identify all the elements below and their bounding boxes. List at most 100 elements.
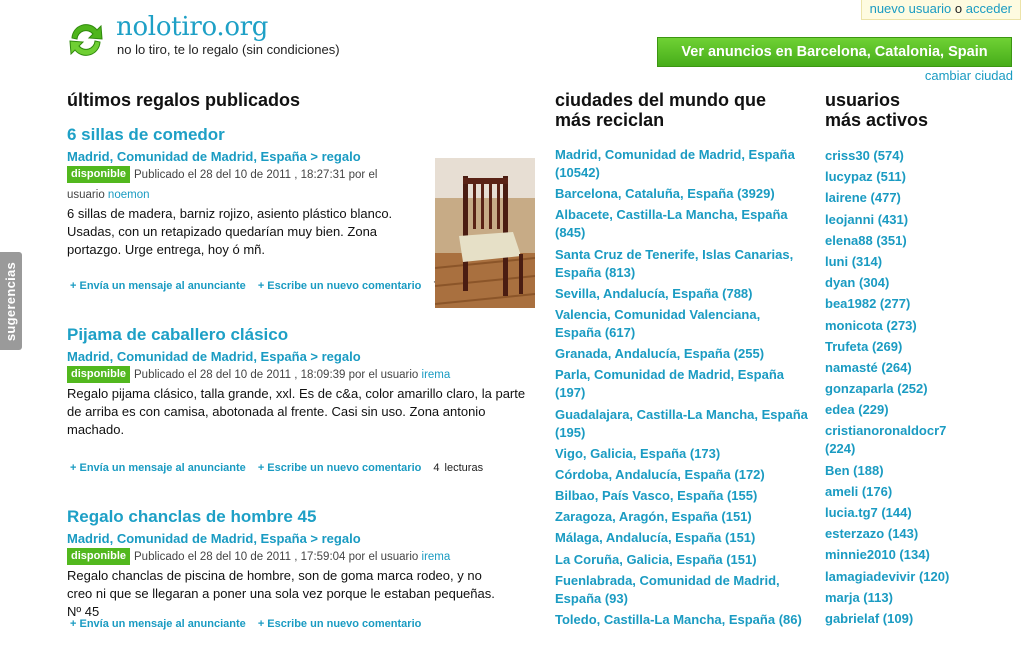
- city-link[interactable]: La Coruña, Galicia, España (151): [555, 552, 757, 567]
- user-link[interactable]: dyan (304): [825, 275, 889, 290]
- user-link[interactable]: minnie2010 (134): [825, 547, 930, 562]
- new-comment-link[interactable]: + Escribe un nuevo comentario: [258, 462, 422, 474]
- user-link[interactable]: luni (314): [825, 254, 882, 269]
- user-link[interactable]: monicota (273): [825, 318, 917, 333]
- city-link[interactable]: Granada, Andalucía, España (255): [555, 346, 764, 361]
- user-link[interactable]: esterzazo (143): [825, 526, 918, 541]
- recycle-logo-icon[interactable]: [64, 18, 108, 62]
- user-link[interactable]: Ben (188): [825, 463, 884, 478]
- city-link[interactable]: Albacete, Castilla-La Mancha, España (84…: [555, 207, 788, 240]
- user-link[interactable]: bea1982 (277): [825, 296, 910, 311]
- user-link[interactable]: lucia.tg7 (144): [825, 505, 912, 520]
- city-link[interactable]: Barcelona, Cataluña, España (3929): [555, 186, 775, 201]
- city-link[interactable]: Fuenlabrada, Comunidad de Madrid, España…: [555, 573, 780, 606]
- user-link[interactable]: Trufeta (269): [825, 339, 902, 354]
- post-location-link[interactable]: Madrid, Comunidad de Madrid, España > re…: [67, 349, 537, 364]
- login-link[interactable]: acceder: [966, 1, 1012, 16]
- user-link[interactable]: cristianoronaldocr7 (224): [825, 423, 946, 456]
- city-link[interactable]: Parla, Comunidad de Madrid, España (197): [555, 367, 784, 400]
- new-user-link[interactable]: nuevo usuario: [870, 1, 952, 16]
- post-user-link[interactable]: irema: [422, 551, 451, 563]
- city-link[interactable]: Málaga, Andalucía, España (151): [555, 530, 755, 545]
- post-item: Pijama de caballero clásico Madrid, Comu…: [67, 325, 537, 474]
- post-location-link[interactable]: Madrid, Comunidad de Madrid, España > re…: [67, 531, 537, 546]
- top-cities-heading-line2: más reciclan: [555, 110, 665, 130]
- list-item: edea (229): [825, 401, 955, 419]
- reads-label: lecturas: [444, 462, 484, 474]
- list-item: Parla, Comunidad de Madrid, España (197): [555, 366, 810, 402]
- post-published: Publicado el 28 del 10 de 2011 , 17:59:0…: [134, 551, 419, 563]
- list-item: ameli (176): [825, 483, 955, 501]
- change-city-link[interactable]: cambiar ciudad: [925, 68, 1013, 83]
- list-item: Ben (188): [825, 462, 955, 480]
- list-item: La Coruña, Galicia, España (151): [555, 551, 810, 569]
- user-link[interactable]: criss30 (574): [825, 148, 904, 163]
- suggestions-tab-label: sugerencias: [3, 261, 19, 341]
- post-published: Publicado el 28 del 10 de 2011 , 18:09:3…: [134, 369, 419, 381]
- list-item: bea1982 (277): [825, 295, 955, 313]
- list-item: elena88 (351): [825, 232, 955, 250]
- city-link[interactable]: Toledo, Castilla-La Mancha, España (86): [555, 612, 802, 627]
- list-item: esterzazo (143): [825, 525, 955, 543]
- user-link[interactable]: ameli (176): [825, 484, 892, 499]
- list-item: Vigo, Galicia, España (173): [555, 445, 810, 463]
- list-item: Granada, Andalucía, España (255): [555, 345, 810, 363]
- list-item: gonzaparla (252): [825, 380, 955, 398]
- status-badge: disponible: [67, 166, 130, 183]
- city-link[interactable]: Guadalajara, Castilla-La Mancha, España …: [555, 407, 808, 440]
- post-item: Regalo chanclas de hombre 45 Madrid, Com…: [67, 507, 537, 630]
- list-item: dyan (304): [825, 274, 955, 292]
- list-item: luni (314): [825, 253, 955, 271]
- user-link[interactable]: lucypaz (511): [825, 169, 906, 184]
- list-item: Albacete, Castilla-La Mancha, España (84…: [555, 206, 810, 242]
- reads-number: 4: [433, 462, 440, 474]
- city-link[interactable]: Sevilla, Andalucía, España (788): [555, 286, 753, 301]
- post-meta: disponible Publicado el 28 del 10 de 2011…: [67, 547, 537, 567]
- list-item: minnie2010 (134): [825, 546, 955, 564]
- user-link[interactable]: leojanni (431): [825, 212, 908, 227]
- list-item: Toledo, Castilla-La Mancha, España (86): [555, 611, 810, 629]
- city-link[interactable]: Valencia, Comunidad Valenciana, España (…: [555, 307, 760, 340]
- post-title-link[interactable]: Regalo chanclas de hombre 45: [67, 507, 537, 527]
- send-message-link[interactable]: + Envía un mensaje al anunciante: [70, 462, 246, 474]
- user-link[interactable]: lairene (477): [825, 190, 901, 205]
- list-item: gabrielaf (109): [825, 610, 955, 628]
- city-link[interactable]: Zaragoza, Aragón, España (151): [555, 509, 752, 524]
- user-link[interactable]: lamagiadevivir (120): [825, 569, 949, 584]
- user-link[interactable]: gonzaparla (252): [825, 381, 928, 396]
- city-link[interactable]: Bilbao, País Vasco, España (155): [555, 488, 757, 503]
- status-badge: disponible: [67, 548, 130, 565]
- post-actions: + Envía un mensaje al anunciante + Escri…: [70, 280, 483, 292]
- city-link[interactable]: Vigo, Galicia, España (173): [555, 446, 720, 461]
- site-name-link[interactable]: nolotiro.org: [116, 12, 268, 42]
- user-box: nuevo usuario o acceder: [860, 0, 1021, 20]
- user-link[interactable]: gabrielaf (109): [825, 611, 913, 626]
- post-description: Regalo pijama clásico, talla grande, xxl…: [67, 386, 526, 437]
- post-user-link[interactable]: irema: [422, 369, 451, 381]
- post-title-link[interactable]: 6 sillas de comedor: [67, 125, 537, 145]
- post-user-link[interactable]: noemon: [108, 189, 150, 201]
- new-comment-link[interactable]: + Escribe un nuevo comentario: [258, 280, 422, 292]
- list-item: lamagiadevivir (120): [825, 568, 955, 586]
- top-users-heading-line1: usuarios: [825, 90, 901, 110]
- send-message-link[interactable]: + Envía un mensaje al anunciante: [70, 280, 246, 292]
- new-comment-link[interactable]: + Escribe un nuevo comentario: [258, 618, 422, 630]
- post-thumbnail-chair[interactable]: [435, 158, 535, 308]
- view-city-ads-button[interactable]: Ver anuncios en Barcelona, Catalonia, Sp…: [657, 37, 1012, 67]
- post-description: 6 sillas de madera, barniz rojizo, asien…: [67, 206, 393, 257]
- suggestions-tab[interactable]: sugerencias: [0, 252, 22, 350]
- top-cities-section: ciudades del mundo que más reciclan Madr…: [555, 90, 810, 632]
- city-link[interactable]: Córdoba, Andalucía, España (172): [555, 467, 765, 482]
- top-users-heading-line2: más activos: [825, 110, 929, 130]
- user-link[interactable]: edea (229): [825, 402, 889, 417]
- post-title-link[interactable]: Pijama de caballero clásico: [67, 325, 537, 345]
- city-link[interactable]: Santa Cruz de Tenerife, Islas Canarias, …: [555, 247, 793, 280]
- list-item: lairene (477): [825, 189, 955, 207]
- list-item: marja (113): [825, 589, 955, 607]
- user-link[interactable]: namasté (264): [825, 360, 912, 375]
- city-link[interactable]: Madrid, Comunidad de Madrid, España (105…: [555, 147, 795, 180]
- user-link[interactable]: elena88 (351): [825, 233, 907, 248]
- list-item: leojanni (431): [825, 211, 955, 229]
- user-link[interactable]: marja (113): [825, 590, 893, 605]
- send-message-link[interactable]: + Envía un mensaje al anunciante: [70, 618, 246, 630]
